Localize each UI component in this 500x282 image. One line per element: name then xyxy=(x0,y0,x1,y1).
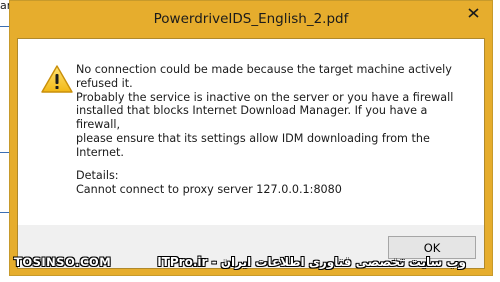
watermark-left: TOSINSO.COM xyxy=(14,255,112,269)
details-label: Details: xyxy=(76,169,119,182)
warning-icon xyxy=(41,65,73,93)
dialog-title: PowerdriveIDS_English_2.pdf xyxy=(153,11,349,27)
title-bar[interactable]: PowerdriveIDS_English_2.pdf xyxy=(10,1,492,38)
message-line: installed that blocks Internet Download … xyxy=(76,104,431,132)
message-line: Internet. xyxy=(76,145,124,159)
watermark-right: ITPro.ir - وب سایت تخصصی فناوری اطلاعات … xyxy=(157,255,466,269)
dialog-body: No connection could be made because the … xyxy=(17,38,485,269)
message-area: No connection could be made because the … xyxy=(18,39,484,225)
close-button[interactable] xyxy=(458,3,488,23)
message-line: No connection could be made because the … xyxy=(76,63,452,76)
close-icon xyxy=(467,8,479,18)
message-line: please ensure that its settings allow ID… xyxy=(76,131,430,145)
error-message: No connection could be made because the … xyxy=(76,63,472,160)
details-section: Details: Cannot connect to proxy server … xyxy=(76,169,472,197)
error-dialog: PowerdriveIDS_English_2.pdf No connectio… xyxy=(9,0,493,276)
message-line: Probably the service is inactive on the … xyxy=(76,90,454,104)
message-line: refused it. xyxy=(76,76,133,90)
details-text: Cannot connect to proxy server 127.0.0.1… xyxy=(76,183,342,196)
